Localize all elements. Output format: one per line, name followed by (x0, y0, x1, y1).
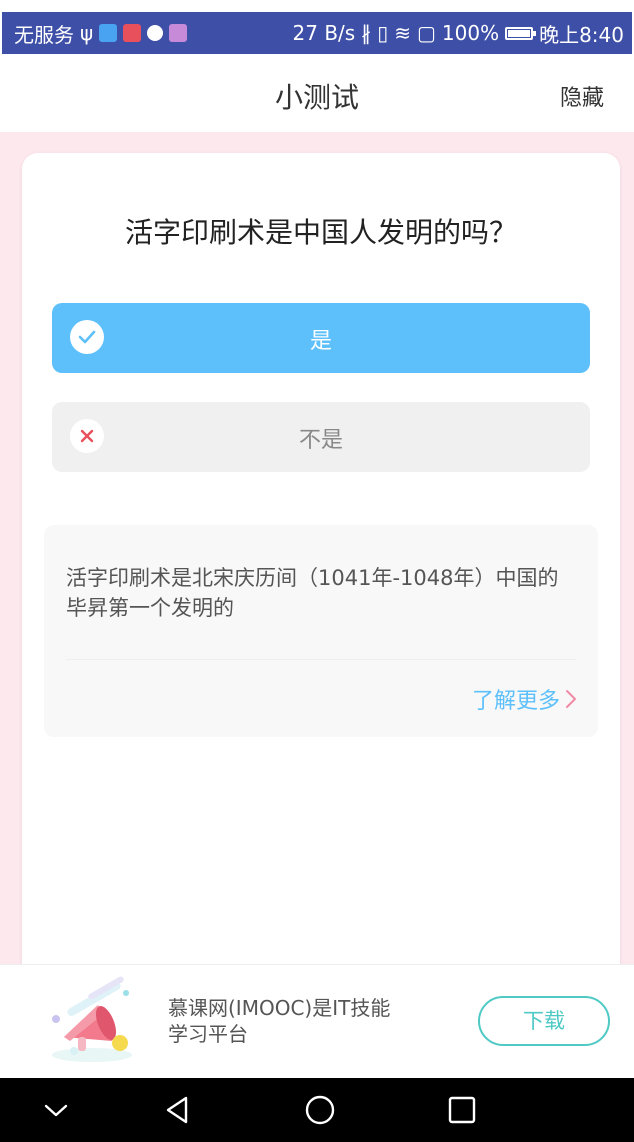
option-no-button[interactable]: 不是 (52, 402, 590, 472)
photo-app-icon (169, 24, 188, 42)
option-yes-label: 是 (309, 329, 332, 354)
time-text: 晚上8:40 (539, 22, 624, 47)
download-button[interactable]: 下载 (478, 996, 610, 1046)
learn-more-label: 了解更多 (471, 689, 560, 714)
option-yes-button[interactable]: 是 (52, 303, 590, 373)
battery-icon (505, 26, 537, 40)
usb-icon: ψ (80, 21, 94, 45)
video-app-icon (123, 24, 142, 42)
wifi-icon: ≋ (394, 21, 411, 45)
quiz-card: 活字印刷术是中国人发明的吗？ 是 不是 活字印刷术是北宋庆历间（1041年-10… (22, 153, 620, 983)
option-no-label: 不是 (298, 428, 343, 453)
recents-icon[interactable] (446, 1094, 478, 1126)
explanation-box: 活字印刷术是北宋庆历间（1041年-1048年）中国的毕昇第一个发明的 了解更多 (44, 525, 598, 737)
status-bar: 无服务 ψ 27 B/s ∦ ▯ ≋ ▢ 100% 晚上8:40 (0, 0, 634, 54)
learn-more-link[interactable]: 了解更多 (472, 683, 578, 715)
chevron-down-icon[interactable] (40, 1094, 72, 1126)
hide-button[interactable]: 隐藏 (560, 80, 604, 112)
ad-banner[interactable]: 慕课网(IMOOC)是IT技能学习平台 下载 (0, 964, 634, 1078)
chevron-right-icon (566, 690, 576, 708)
status-bar-inner: 无服务 ψ 27 B/s ∦ ▯ ≋ ▢ 100% 晚上8:40 (2, 12, 632, 54)
header: 小测试 隐藏 (0, 54, 634, 132)
wallet-app-icon (99, 24, 118, 42)
vibrate-icon: ▯ (377, 21, 389, 45)
quiz-question: 活字印刷术是中国人发明的吗？ (124, 216, 517, 249)
navigation-bar (0, 1078, 634, 1142)
status-left: 无服务 ψ (14, 19, 188, 48)
page-title: 小测试 (274, 81, 359, 114)
battery-text: 100% (441, 21, 500, 45)
back-icon[interactable] (162, 1094, 194, 1126)
ad-text: 慕课网(IMOOC)是IT技能学习平台 (168, 996, 391, 1046)
explanation-text: 活字印刷术是北宋庆历间（1041年-1048年）中国的毕昇第一个发明的 (66, 566, 559, 620)
divider (66, 659, 576, 660)
home-icon[interactable] (304, 1094, 336, 1126)
carrier-text: 无服务 (14, 22, 74, 47)
sim-icon: ▢ (416, 21, 436, 45)
megaphone-illustration (52, 976, 132, 1062)
net-speed-text: 27 B/s (292, 21, 356, 45)
bluetooth-icon: ∦ (361, 21, 372, 45)
wechat-icon (147, 25, 164, 41)
status-right: 27 B/s ∦ ▯ ≋ ▢ 100% 晚上8:40 (293, 19, 624, 48)
